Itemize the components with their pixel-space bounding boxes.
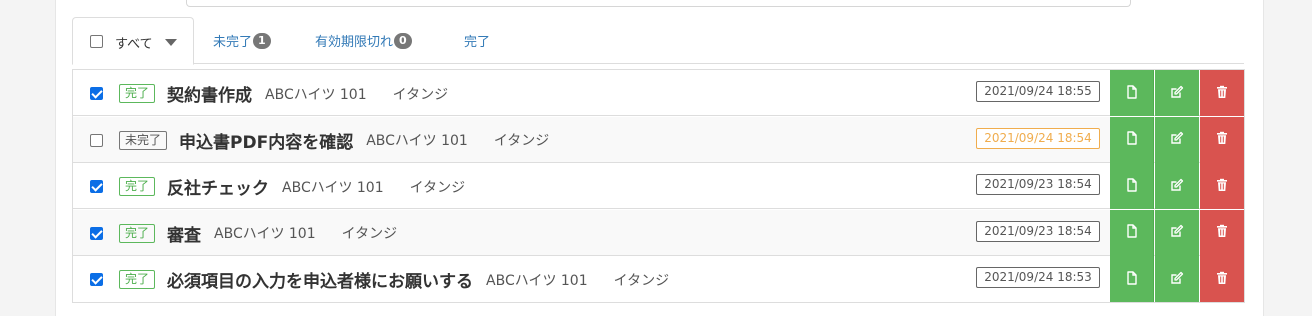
tab-incomplete[interactable]: 未完了 1 xyxy=(213,31,271,50)
property-name: ABCハイツ 101 xyxy=(265,86,367,103)
view-button[interactable] xyxy=(1110,209,1154,256)
edit-icon xyxy=(1170,223,1184,242)
staff-name: イタンジ xyxy=(392,86,449,103)
tab-expired[interactable]: 有効期限切れ 0 xyxy=(315,31,412,50)
task-row: 完了 審査 ABCハイツ 101 イタンジ 2021/09/23 18:54 xyxy=(73,209,1244,256)
task-row: 未完了 申込書PDF内容を確認 ABCハイツ 101 イタンジ 2021/09/24 1… xyxy=(73,116,1244,163)
tab-incomplete-label: 未完了 xyxy=(213,35,253,50)
trash-icon xyxy=(1215,223,1229,242)
task-checkbox[interactable] xyxy=(90,226,103,240)
trash-icon xyxy=(1215,84,1229,103)
task-info: 完了 反社チェック ABCハイツ 101 イタンジ xyxy=(119,174,465,199)
task-title[interactable]: 申込書PDF内容を確認 xyxy=(179,128,353,153)
trash-icon xyxy=(1215,270,1229,289)
task-checkbox[interactable] xyxy=(90,133,103,147)
status-badge: 完了 xyxy=(119,270,156,290)
view-button[interactable] xyxy=(1110,116,1154,163)
staff-name: イタンジ xyxy=(341,226,398,243)
caret-down-icon[interactable] xyxy=(165,39,177,46)
status-badge: 完了 xyxy=(119,223,156,243)
task-info: 完了 契約書作成 ABCハイツ 101 イタンジ xyxy=(119,81,448,106)
delete-button[interactable] xyxy=(1200,163,1244,210)
file-icon xyxy=(1125,270,1139,289)
task-title[interactable]: 契約書作成 xyxy=(167,81,252,106)
edit-button[interactable] xyxy=(1155,209,1199,256)
file-icon xyxy=(1125,84,1139,103)
task-info: 未完了 申込書PDF内容を確認 ABCハイツ 101 イタンジ xyxy=(119,128,549,153)
trash-icon xyxy=(1215,130,1229,149)
property-name: ABCハイツ 101 xyxy=(366,133,468,150)
incomplete-count-badge: 1 xyxy=(253,32,271,49)
tab-complete[interactable]: 完了 xyxy=(464,31,490,50)
property-name: ABCハイツ 101 xyxy=(282,179,384,196)
delete-button[interactable] xyxy=(1200,116,1244,163)
status-badge: 完了 xyxy=(119,84,156,103)
due-date: 2021/09/23 18:54 xyxy=(976,220,1100,242)
file-icon xyxy=(1125,130,1139,149)
trash-icon xyxy=(1215,177,1229,196)
view-button[interactable] xyxy=(1110,163,1154,210)
edit-icon xyxy=(1170,177,1184,196)
search-input[interactable] xyxy=(186,0,1131,7)
edit-icon xyxy=(1170,270,1184,289)
task-title[interactable]: 審査 xyxy=(167,221,201,246)
task-title[interactable]: 必須項目の入力を申込者様にお願いする xyxy=(167,267,473,292)
task-list: 完了 契約書作成 ABCハイツ 101 イタンジ 2021/09/24 18:55 未完了… xyxy=(72,69,1245,303)
tab-expired-label: 有効期限切れ xyxy=(315,35,394,50)
select-all-checkbox[interactable] xyxy=(90,35,103,48)
edit-button[interactable] xyxy=(1155,116,1199,163)
task-row: 完了 反社チェック ABCハイツ 101 イタンジ 2021/09/23 18:54 xyxy=(73,163,1244,210)
delete-button[interactable] xyxy=(1200,256,1244,303)
edit-button[interactable] xyxy=(1155,70,1199,116)
edit-icon xyxy=(1170,84,1184,103)
tab-all-label: すべて xyxy=(115,37,153,52)
edit-icon xyxy=(1170,130,1184,149)
view-button[interactable] xyxy=(1110,70,1154,116)
staff-name: イタンジ xyxy=(613,272,670,289)
edit-button[interactable] xyxy=(1155,256,1199,303)
due-date: 2021/09/23 18:54 xyxy=(976,174,1100,196)
delete-button[interactable] xyxy=(1200,209,1244,256)
property-name: ABCハイツ 101 xyxy=(486,272,588,289)
file-icon xyxy=(1125,223,1139,242)
due-date: 2021/09/24 18:55 xyxy=(976,81,1100,102)
staff-name: イタンジ xyxy=(493,133,550,150)
task-title[interactable]: 反社チェック xyxy=(167,174,269,199)
edit-button[interactable] xyxy=(1155,163,1199,210)
task-info: 完了 必須項目の入力を申込者様にお願いする ABCハイツ 101 イタンジ xyxy=(119,267,669,292)
staff-name: イタンジ xyxy=(409,179,466,196)
task-checkbox[interactable] xyxy=(90,180,103,194)
tab-complete-label: 完了 xyxy=(464,35,491,50)
status-badge: 完了 xyxy=(119,177,156,197)
task-checkbox[interactable] xyxy=(90,87,103,100)
task-checkbox[interactable] xyxy=(90,273,103,287)
tab-all[interactable]: すべて xyxy=(72,17,194,65)
filter-tabs: すべて 未完了 1 有効期限切れ 0 完了 xyxy=(72,17,1244,65)
due-date: 2021/09/24 18:54 xyxy=(976,127,1100,149)
delete-button[interactable] xyxy=(1200,70,1244,116)
task-row: 完了 契約書作成 ABCハイツ 101 イタンジ 2021/09/24 18:55 xyxy=(73,70,1244,116)
status-badge: 未完了 xyxy=(119,130,168,150)
file-icon xyxy=(1125,177,1139,196)
task-row: 完了 必須項目の入力を申込者様にお願いする ABCハイツ 101 イタンジ 2021/0… xyxy=(73,256,1244,303)
due-date: 2021/09/24 18:53 xyxy=(976,267,1100,289)
task-info: 完了 審査 ABCハイツ 101 イタンジ xyxy=(119,221,397,246)
view-button[interactable] xyxy=(1110,256,1154,303)
expired-count-badge: 0 xyxy=(394,32,412,49)
property-name: ABCハイツ 101 xyxy=(214,226,316,243)
